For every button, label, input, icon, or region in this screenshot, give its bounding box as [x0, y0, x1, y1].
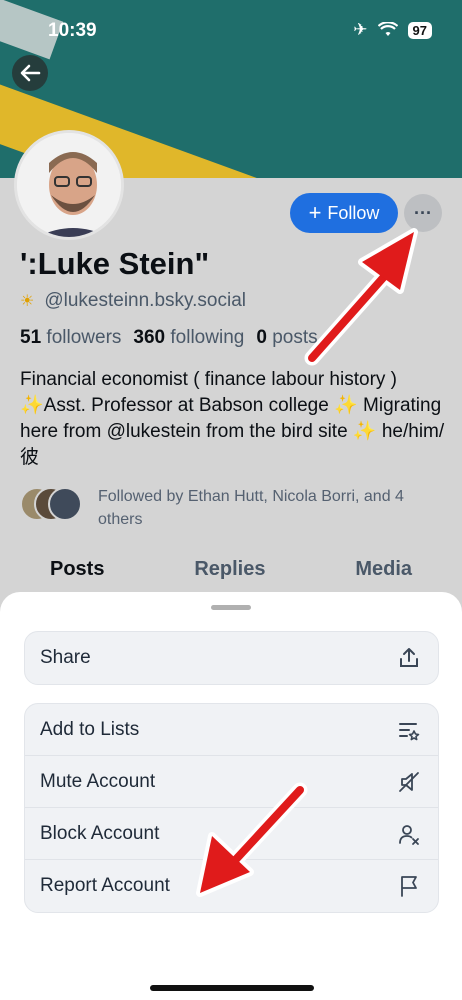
profile-tabs: Posts Replies Media — [0, 558, 462, 581]
handle-row: ☀ @lukesteinn.bsky.social — [20, 290, 246, 312]
avatar[interactable] — [14, 130, 124, 240]
status-bar: 10:39 ✈ 97 — [0, 18, 462, 46]
airplane-icon: ✈ — [353, 20, 368, 39]
mute-account-option[interactable]: Mute Account — [25, 756, 438, 808]
tab-posts[interactable]: Posts — [50, 558, 104, 581]
wifi-icon — [377, 22, 398, 36]
status-time: 10:39 — [48, 20, 97, 41]
home-indicator — [150, 985, 314, 991]
mute-account-label: Mute Account — [40, 770, 156, 792]
follower-avatars — [20, 485, 86, 521]
display-name: ':Luke Stein" — [20, 246, 210, 281]
follow-button[interactable]: + Follow — [290, 193, 398, 233]
share-label: Share — [40, 647, 91, 668]
follow-button-label: Follow — [327, 202, 380, 223]
arrow-left-icon — [20, 64, 41, 82]
person-x-icon — [396, 821, 422, 847]
more-options-button[interactable]: ··· — [404, 194, 442, 232]
list-add-icon — [396, 717, 422, 743]
block-account-option[interactable]: Block Account — [25, 808, 438, 860]
report-account-option[interactable]: Report Account — [25, 860, 438, 912]
followed-by[interactable]: Followed by Ethan Hutt, Nicola Borri, an… — [20, 485, 450, 531]
sun-icon: ☀ — [20, 293, 35, 310]
share-option[interactable]: Share — [25, 632, 438, 684]
followers-stat[interactable]: 51 followers — [20, 327, 121, 349]
follower-avatar — [48, 487, 82, 521]
status-icons: ✈ 97 — [353, 20, 432, 40]
speaker-mute-icon — [396, 769, 422, 795]
flag-icon — [396, 873, 422, 899]
back-button[interactable] — [12, 55, 48, 91]
tab-replies[interactable]: Replies — [194, 558, 265, 581]
share-icon — [396, 645, 422, 671]
profile-stats: 51 followers 360 following 0 posts — [20, 327, 318, 349]
handle: @lukesteinn.bsky.social — [44, 290, 246, 311]
ellipsis-icon: ··· — [414, 202, 432, 223]
following-stat[interactable]: 360 following — [133, 327, 244, 349]
sheet-drag-handle[interactable] — [211, 605, 251, 610]
add-to-lists-option[interactable]: Add to Lists — [25, 704, 438, 756]
action-sheet: Share Add to Lists Mute Account Block Ac… — [0, 592, 462, 1000]
plus-icon: + — [308, 200, 322, 225]
add-to-lists-label: Add to Lists — [40, 718, 140, 740]
battery-indicator: 97 — [407, 21, 432, 39]
block-account-label: Block Account — [40, 822, 160, 844]
tab-media[interactable]: Media — [355, 558, 412, 581]
followed-by-text: Followed by Ethan Hutt, Nicola Borri, an… — [98, 488, 404, 528]
report-account-label: Report Account — [40, 875, 170, 896]
account-actions-group: Add to Lists Mute Account Block Account … — [24, 703, 439, 913]
share-group: Share — [24, 631, 439, 685]
posts-stat: 0 posts — [256, 327, 318, 348]
bio: Financial economist ( finance labour his… — [20, 369, 445, 468]
